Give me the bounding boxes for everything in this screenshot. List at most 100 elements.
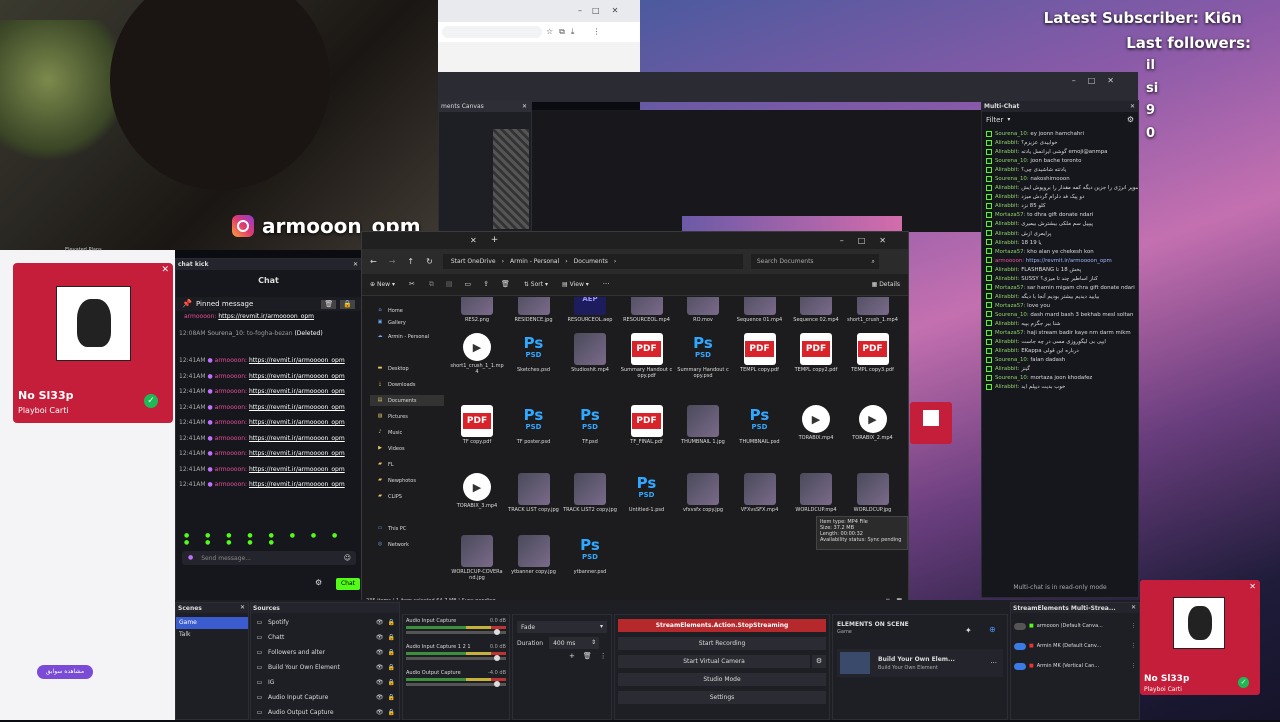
chat-link[interactable]: https://revmit.ir/armoooon_opm (249, 373, 345, 380)
delete-icon[interactable]: 🗑 (501, 281, 510, 288)
menu-icon[interactable]: ⋮ (600, 653, 607, 660)
file-item[interactable]: Studioshit.mp4 (563, 333, 617, 373)
file-item[interactable]: PDF TF copy.pdf (450, 405, 504, 445)
eye-icon[interactable]: 👁 (376, 679, 384, 686)
close-icon[interactable]: ✕ (612, 7, 619, 15)
file-item[interactable]: PDF TEMPL copy2.pdf (789, 333, 843, 373)
close-icon[interactable]: ✕ (1131, 605, 1136, 611)
cut-icon[interactable]: ✂ (409, 281, 415, 288)
chat-link[interactable]: https://revmit.ir/armoooon_opm (249, 404, 345, 411)
emoji-icon[interactable]: ☺ (344, 554, 351, 562)
nav-item[interactable]: ▨ Pictures (370, 411, 444, 422)
file-item[interactable]: PDF TEMPL copy3.pdf (846, 333, 900, 373)
file-item[interactable]: TRACK LIST2 copy.jpg (563, 473, 617, 513)
file-item[interactable]: RESOURCEOL.mp4 (620, 297, 674, 323)
paste-icon[interactable]: ▤ (446, 281, 453, 288)
volume-slider[interactable] (406, 655, 506, 661)
lock-icon[interactable]: 🔒 (388, 664, 395, 671)
file-item[interactable]: Ps PSD ytbanner.psd (563, 535, 617, 576)
trash-icon[interactable]: 🗑 (321, 299, 337, 309)
settings-icon[interactable]: ⚙ (1127, 116, 1134, 124)
filter-dropdown[interactable]: Filter (986, 116, 1003, 124)
maximize-icon[interactable]: □ (592, 7, 600, 15)
refresh-icon[interactable]: ↻ (426, 257, 433, 266)
search-icon[interactable]: ⌕ (871, 258, 874, 265)
nav-item[interactable]: ◎ Network (370, 539, 444, 550)
multistream-item[interactable]: ■ armooon (Default Canva... ⋮ (1014, 619, 1136, 633)
chat-link[interactable]: https://revmit.ir/armoooon_opm (249, 388, 345, 395)
file-item[interactable]: Ps PSD TF poster.psd (507, 405, 561, 446)
lock-icon[interactable]: 🔒 (388, 679, 395, 686)
source-item[interactable]: ▭ Spotify 👁 🔒 (255, 615, 395, 630)
add-icon[interactable]: + (569, 653, 575, 660)
source-item[interactable]: ▭ Followers and alter 👁 🔒 (255, 645, 395, 660)
file-item[interactable]: WORLDCUP.mp4 (789, 473, 843, 513)
nav-item[interactable]: ▬ Desktop (370, 363, 444, 374)
eye-icon[interactable]: 👁 (376, 634, 384, 641)
nav-item[interactable]: ▶ Videos (370, 443, 444, 454)
tab-chat[interactable]: Chat (176, 276, 361, 290)
file-item[interactable]: PDF TF_FINAL.pdf (620, 405, 674, 445)
file-item[interactable]: Sequence 02.mp4 (789, 297, 843, 323)
more-icon[interactable]: ··· (603, 281, 610, 288)
eye-icon[interactable]: 👁 (376, 694, 384, 701)
file-item[interactable]: Ps PSD Summary Handout copy.psd (676, 333, 730, 380)
file-item[interactable]: VFXvsSFX.mp4 (733, 473, 787, 513)
nav-item[interactable]: ☁ Armin - Personal (370, 331, 444, 342)
file-item[interactable]: Ps PSD Sketches.psd (507, 333, 561, 374)
add-icon[interactable]: ⊕ (989, 626, 996, 634)
chat-link[interactable]: https://revmit.ir/armoooon_opm (249, 435, 345, 442)
stepper-icon[interactable]: ⇕ (591, 640, 596, 646)
nav-item[interactable]: ▰ CLIPS (370, 491, 444, 502)
file-item[interactable]: PDF Summary Handout copy.pdf (620, 333, 674, 380)
duration-input[interactable]: 400 ms ⇕ (549, 637, 600, 649)
search-input[interactable]: Search Documents ⌕ (750, 254, 879, 269)
gear-icon[interactable]: ⚙ (812, 655, 826, 668)
lock-icon[interactable]: 🔒 (388, 709, 395, 716)
close-tab-icon[interactable]: ✕ (470, 236, 477, 245)
chat-link[interactable]: https://revmit.ir/armoooon_opm (249, 419, 345, 426)
copy-icon[interactable]: ⧉ (429, 281, 434, 288)
eye-icon[interactable]: 👁 (376, 709, 384, 716)
chat-link[interactable]: https://revmit.ir/armoooon_opm (249, 481, 345, 488)
file-item[interactable]: THUMBNAIL 1.jpg (676, 405, 730, 445)
view-button[interactable]: ▤ View ▾ (562, 281, 589, 288)
lock-icon[interactable]: 🔒 (388, 649, 395, 656)
chat-link[interactable]: https://revmit.ir/armoooon_opm (249, 450, 345, 457)
breadcrumb-item[interactable]: Armin - Personal (510, 258, 559, 265)
chat-send-button[interactable]: Chat (336, 578, 360, 590)
file-item[interactable]: ▶ short1_crush_1_1.mp4 (450, 333, 504, 376)
mic-icon[interactable]: ● (188, 555, 193, 561)
menu-icon[interactable]: ⋮ (592, 28, 600, 36)
start-recording-button[interactable]: Start Recording (618, 637, 826, 650)
emote-bar[interactable]: ● ● ● ● ● ● ● ● ● ● ● ● ● (184, 532, 361, 546)
file-item[interactable]: short1_crush_1.mp4 (846, 297, 900, 323)
close-icon[interactable]: ✕ (353, 261, 358, 268)
breadcrumb[interactable]: Start OneDrive › Armin - Personal › Docu… (442, 254, 743, 269)
start-virtual-camera-button[interactable]: Start Virtual Camera (618, 655, 810, 668)
close-icon[interactable]: ✕ (1130, 103, 1135, 110)
file-item[interactable]: Ps PSD TF.psd (563, 405, 617, 446)
volume-slider[interactable] (406, 681, 506, 687)
file-item[interactable]: TRACK LIST copy.jpg (507, 473, 561, 513)
file-item[interactable]: Ps PSD Untitled-1.psd (620, 473, 674, 514)
nav-item[interactable]: ⤓ Downloads (370, 379, 444, 390)
file-item[interactable]: ▶ TORABIX.mp4 (789, 405, 843, 441)
file-item[interactable]: WORLDCUP.jpg (846, 473, 900, 513)
file-item[interactable]: ytbanner copy.jpg (507, 535, 561, 575)
eye-icon[interactable]: 👁 (376, 664, 384, 671)
history-button[interactable]: مشاهده سوابق (37, 665, 93, 679)
file-item[interactable]: RO.mov (676, 297, 730, 323)
scene-item-game[interactable]: Game (176, 617, 248, 629)
forward-icon[interactable]: → (389, 257, 396, 266)
lock-icon[interactable]: 🔒 (388, 619, 395, 626)
toggle-switch[interactable] (1014, 662, 1026, 670)
source-item[interactable]: ▭ Build Your Own Element 👁 🔒 (255, 660, 395, 675)
lock-icon[interactable]: 🔒 (340, 299, 355, 309)
magic-icon[interactable]: ✦ (965, 627, 972, 635)
file-item[interactable]: ▶ TORABIX_2.mp4 (846, 405, 900, 441)
breadcrumb-item[interactable]: Start OneDrive (451, 258, 496, 265)
chat-link[interactable]: https://revmit.ir/armoooon_opm (249, 466, 345, 473)
source-item[interactable]: ▭ Audio Input Capture 👁 🔒 (255, 690, 395, 705)
file-item[interactable]: Sequence 01.mp4 (733, 297, 787, 323)
